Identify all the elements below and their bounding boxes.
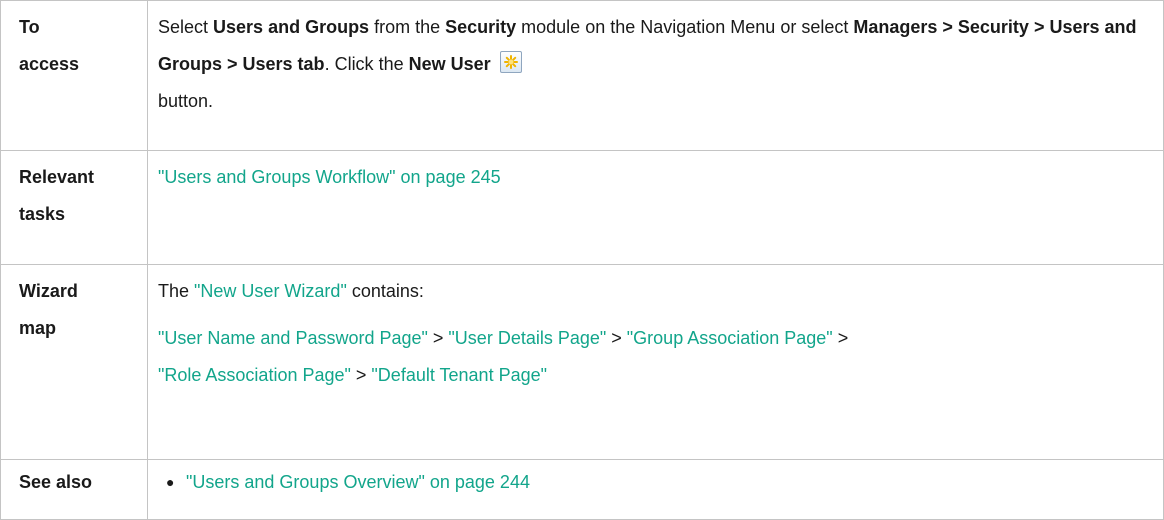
see-also-list: ● "Users and Groups Overview" on page 244	[158, 464, 1147, 501]
content-see-also: ● "Users and Groups Overview" on page 244	[147, 459, 1164, 520]
link-new-user-wizard[interactable]: "New User Wizard"	[194, 281, 347, 301]
info-table: To access Select Users and Groups from t…	[0, 0, 1164, 520]
label-line: To	[19, 17, 40, 37]
label-line: access	[19, 54, 80, 74]
label-see-also: See also	[0, 459, 148, 520]
text: contains:	[346, 281, 424, 301]
label-to-access: To access	[0, 0, 148, 151]
text: Select	[158, 17, 214, 37]
label-line: See also	[19, 472, 93, 492]
label-line: tasks	[19, 204, 66, 224]
separator: >	[427, 328, 449, 348]
link-wizard-page[interactable]: "User Details Page"	[448, 328, 606, 348]
text: The	[158, 281, 195, 301]
content-to-access: Select Users and Groups from the Securit…	[147, 0, 1164, 151]
label-line: Relevant	[19, 167, 95, 187]
bold-text: New User	[408, 54, 491, 74]
row-relevant-tasks: Relevant tasks "Users and Groups Workflo…	[0, 150, 1164, 265]
text: button.	[158, 91, 214, 111]
label-line: Wizard	[19, 281, 78, 301]
list-item: ● "Users and Groups Overview" on page 244	[166, 464, 1147, 501]
text: module on the Navigation Menu or select	[516, 17, 854, 37]
link-wizard-page[interactable]: "User Name and Password Page"	[158, 328, 428, 348]
label-relevant-tasks: Relevant tasks	[0, 150, 148, 265]
separator: >	[606, 328, 627, 348]
link-wizard-page[interactable]: "Role Association Page"	[158, 365, 351, 385]
link-wizard-page[interactable]: "Default Tenant Page"	[371, 365, 547, 385]
bold-text: Users and Groups	[213, 17, 370, 37]
separator: >	[350, 365, 372, 385]
new-user-icon	[499, 51, 522, 73]
link-users-groups-overview[interactable]: "Users and Groups Overview" on page 244	[186, 472, 530, 492]
label-wizard-map: Wizard map	[0, 264, 148, 460]
text: . Click the	[324, 54, 409, 74]
text: from the	[369, 17, 446, 37]
row-to-access: To access Select Users and Groups from t…	[0, 0, 1164, 151]
separator: >	[832, 328, 849, 348]
link-users-groups-workflow[interactable]: "Users and Groups Workflow" on page 245	[158, 167, 501, 187]
content-relevant-tasks: "Users and Groups Workflow" on page 245	[147, 150, 1164, 265]
content-wizard-map: The "New User Wizard" contains: "User Na…	[147, 264, 1164, 460]
link-wizard-page[interactable]: "Group Association Page"	[627, 328, 833, 348]
row-wizard-map: Wizard map The "New User Wizard" contain…	[0, 264, 1164, 460]
wizard-pages: "User Name and Password Page" > "User De…	[158, 320, 1147, 394]
label-line: map	[19, 318, 57, 338]
bold-text: Security	[445, 17, 517, 37]
bullet-icon: ●	[166, 474, 175, 490]
row-see-also: See also ● "Users and Groups Overview" on…	[0, 459, 1164, 520]
